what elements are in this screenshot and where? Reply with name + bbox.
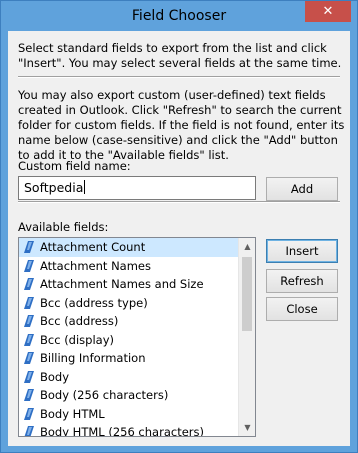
list-items: Attachment Count Attachment Names Attachme…	[19, 238, 239, 437]
field-icon	[24, 407, 34, 420]
field-icon	[24, 333, 34, 346]
field-icon	[24, 278, 34, 291]
list-item[interactable]: Bcc (display)	[19, 331, 239, 350]
intro-paragraph-2: You may also export custom (user-defined…	[18, 88, 345, 162]
list-item[interactable]: Body HTML	[19, 405, 239, 424]
intro-paragraph-1: Select standard fields to export from th…	[18, 41, 342, 70]
list-item-label: Body HTML (256 characters)	[40, 425, 204, 437]
dialog-body: Select standard fields to export from th…	[8, 31, 350, 446]
close-window-button[interactable]: ✕	[305, 1, 351, 22]
field-icon	[24, 389, 34, 402]
list-item-label: Bcc (address type)	[40, 295, 148, 310]
divider	[18, 201, 340, 203]
list-item[interactable]: Attachment Names	[19, 257, 239, 276]
list-item[interactable]: Body	[19, 368, 239, 387]
custom-field-input[interactable]: Softpedia	[18, 176, 256, 200]
available-fields-label: Available fields:	[18, 220, 109, 234]
list-item-label: Attachment Names	[40, 258, 151, 273]
insert-button[interactable]: Insert	[266, 239, 338, 263]
field-icon	[24, 259, 34, 272]
list-item[interactable]: Attachment Names and Size	[19, 275, 239, 294]
field-icon	[24, 426, 34, 436]
field-icon	[24, 370, 34, 383]
list-item[interactable]: Bcc (address type)	[19, 294, 239, 313]
close-icon: ✕	[322, 4, 334, 19]
close-button[interactable]: Close	[266, 297, 338, 321]
list-item-label: Body (256 characters)	[40, 388, 169, 403]
field-icon	[24, 315, 34, 328]
field-chooser-window: Field Chooser ✕ Select standard fields t…	[0, 0, 358, 453]
add-button[interactable]: Add	[266, 177, 338, 201]
title-bar[interactable]: Field Chooser ✕	[1, 1, 357, 31]
field-icon	[24, 241, 34, 254]
list-item[interactable]: Billing Information	[19, 349, 239, 368]
scroll-down-arrow-icon[interactable]: ▼	[239, 419, 255, 436]
list-item-label: Attachment Names and Size	[40, 277, 204, 292]
list-item-label: Bcc (display)	[40, 332, 114, 347]
field-icon	[24, 352, 34, 365]
custom-field-value: Softpedia	[24, 180, 84, 195]
list-item-label: Attachment Count	[40, 240, 146, 255]
text-caret	[84, 180, 86, 194]
vertical-scrollbar[interactable]: ▲ ▼	[238, 238, 255, 436]
list-item[interactable]: Attachment Count	[19, 238, 239, 257]
list-item-label: Body HTML	[40, 406, 105, 421]
list-item[interactable]: Bcc (address)	[19, 312, 239, 331]
scrollbar-thumb[interactable]	[242, 257, 252, 331]
refresh-button[interactable]: Refresh	[266, 269, 338, 293]
list-item[interactable]: Body (256 characters)	[19, 386, 239, 405]
list-item[interactable]: Body HTML (256 characters)	[19, 423, 239, 437]
custom-field-label: Custom field name:	[18, 159, 131, 173]
available-fields-list[interactable]: Attachment Count Attachment Names Attachme…	[18, 237, 256, 437]
list-item-label: Body	[40, 369, 70, 384]
window-title: Field Chooser	[131, 8, 227, 24]
divider	[18, 76, 340, 78]
list-item-label: Billing Information	[40, 351, 146, 366]
scroll-up-arrow-icon[interactable]: ▲	[239, 238, 255, 255]
list-item-label: Bcc (address)	[40, 314, 119, 329]
field-icon	[24, 296, 34, 309]
